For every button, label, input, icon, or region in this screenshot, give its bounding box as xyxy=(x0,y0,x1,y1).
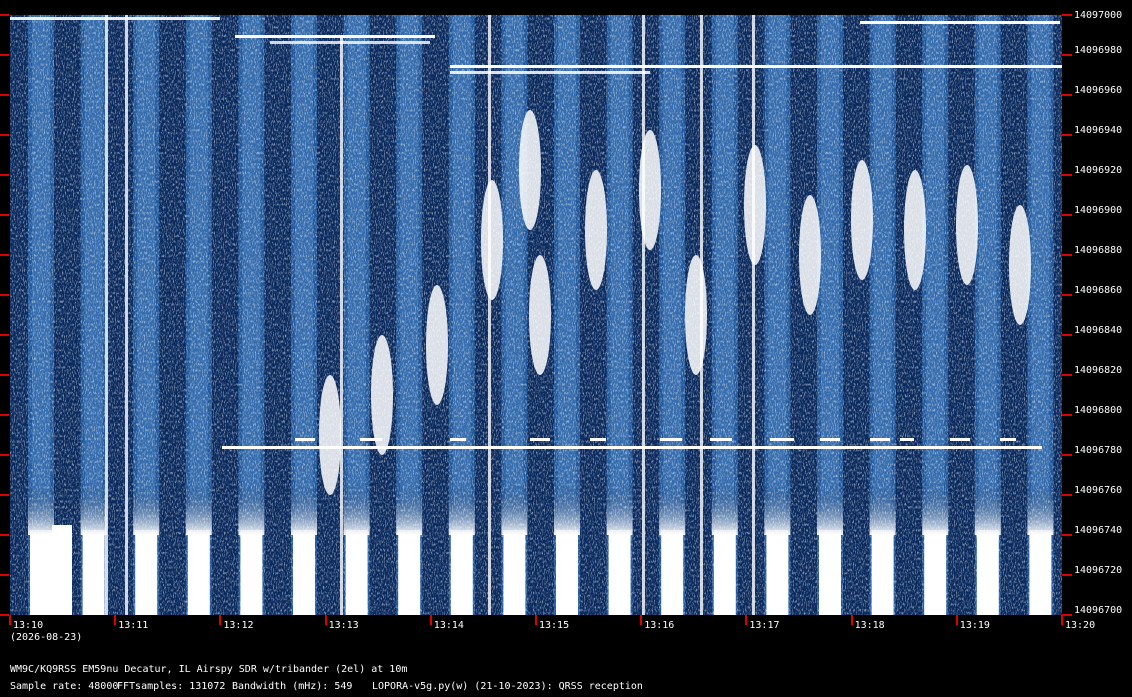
freq-label: 14096980 xyxy=(1074,45,1123,56)
freq-tick xyxy=(0,174,9,176)
time-tick xyxy=(535,615,537,625)
freq-tick xyxy=(1062,334,1072,336)
freq-tick xyxy=(1062,414,1072,416)
time-tick xyxy=(429,615,432,625)
freq-tick xyxy=(1062,494,1072,496)
freq-label: 14096780 xyxy=(1074,445,1123,456)
qrss-hop xyxy=(900,438,914,441)
time-label: 13:17 xyxy=(749,620,780,631)
freq-label: 14096800 xyxy=(1074,405,1123,416)
station-info: WM9C/KQ9RSS EM59nu Decatur, IL Airspy SD… xyxy=(10,664,408,675)
time-tick xyxy=(745,615,748,625)
software-version: LOPORA-v5g.py(w) (21-10-2023): QRSS rece… xyxy=(372,681,643,692)
time-tick xyxy=(955,615,958,625)
qrss-hop xyxy=(295,438,315,441)
time-label: 13:14 xyxy=(433,620,464,631)
freq-tick xyxy=(1062,174,1072,176)
freq-label: 14096840 xyxy=(1074,325,1123,336)
qrss-hop xyxy=(770,438,794,441)
freq-label: 14096900 xyxy=(1074,205,1123,216)
qrss-hop xyxy=(450,438,466,441)
freq-tick xyxy=(0,294,9,296)
freq-tick xyxy=(1062,454,1072,456)
qrss-trace xyxy=(222,446,1042,449)
time-label: 13:13 xyxy=(328,620,359,631)
freq-label: 14096880 xyxy=(1074,245,1123,256)
freq-tick xyxy=(0,494,9,496)
qrss-hop xyxy=(360,438,382,441)
fft-samples: FFTsamples: 131072 xyxy=(117,681,226,692)
freq-tick xyxy=(1062,94,1072,96)
time-tick xyxy=(219,615,222,625)
qrss-hop xyxy=(710,438,732,441)
freq-tick xyxy=(0,254,9,256)
freq-label: 14096700 xyxy=(1074,605,1123,616)
upper-trace xyxy=(450,71,650,74)
time-label: 13:19 xyxy=(959,620,990,631)
qrss-hop xyxy=(660,438,682,441)
freq-label: 14096720 xyxy=(1074,565,1123,576)
freq-label: 14096860 xyxy=(1074,285,1123,296)
freq-tick xyxy=(0,334,9,336)
freq-tick xyxy=(0,14,9,16)
time-tick xyxy=(9,615,11,625)
freq-tick xyxy=(0,414,9,416)
qrss-hop xyxy=(590,438,606,441)
freq-tick xyxy=(1062,134,1072,136)
time-tick xyxy=(324,615,327,625)
freq-label: 14097000 xyxy=(1074,10,1123,21)
date-label: (2026-08-23) xyxy=(10,632,83,643)
freq-tick xyxy=(1062,254,1072,256)
freq-tick xyxy=(0,374,9,376)
time-label: 13:15 xyxy=(539,620,570,631)
freq-tick xyxy=(0,214,9,216)
time-label: 13:18 xyxy=(854,620,885,631)
upper-trace xyxy=(235,35,435,38)
bandwidth: Bandwidth (mHz): 549 xyxy=(232,681,353,692)
upper-trace xyxy=(860,21,1060,24)
freq-tick xyxy=(1062,294,1072,296)
freq-tick xyxy=(1062,374,1072,376)
time-tick xyxy=(640,615,643,625)
time-label: 13:10 xyxy=(13,620,44,631)
freq-tick xyxy=(0,134,9,136)
freq-tick xyxy=(1062,534,1072,536)
time-label: 13:20 xyxy=(1065,620,1096,631)
freq-label: 14096740 xyxy=(1074,525,1123,536)
freq-label: 14096920 xyxy=(1074,165,1123,176)
freq-label: 14096960 xyxy=(1074,85,1123,96)
upper-trace xyxy=(10,17,220,20)
waterfall-spectrogram xyxy=(10,15,1062,615)
freq-tick xyxy=(1062,14,1072,16)
qrss-hop xyxy=(950,438,970,441)
freq-label: 14096940 xyxy=(1074,125,1123,136)
time-tick xyxy=(850,615,853,625)
freq-tick xyxy=(0,94,9,96)
upper-trace xyxy=(450,65,1062,68)
time-tick xyxy=(114,615,117,625)
qrss-hop xyxy=(870,438,890,441)
freq-tick xyxy=(0,614,9,616)
freq-tick xyxy=(0,574,9,576)
freq-tick xyxy=(1062,574,1072,576)
upper-trace xyxy=(270,41,430,44)
time-tick xyxy=(1061,615,1063,625)
freq-tick xyxy=(1062,214,1072,216)
qrss-hop xyxy=(530,438,550,441)
noise-texture xyxy=(10,15,1062,615)
qrss-hop xyxy=(1000,438,1016,441)
freq-tick xyxy=(1062,614,1072,616)
freq-label: 14096820 xyxy=(1074,365,1123,376)
freq-label: 14096760 xyxy=(1074,485,1123,496)
time-label: 13:16 xyxy=(644,620,675,631)
freq-tick xyxy=(0,534,9,536)
time-label: 13:12 xyxy=(223,620,254,631)
freq-tick xyxy=(1062,54,1072,56)
freq-tick xyxy=(0,54,9,56)
freq-tick xyxy=(0,454,9,456)
time-label: 13:11 xyxy=(118,620,149,631)
sample-rate: Sample rate: 48000 xyxy=(10,681,119,692)
qrss-hop xyxy=(820,438,840,441)
